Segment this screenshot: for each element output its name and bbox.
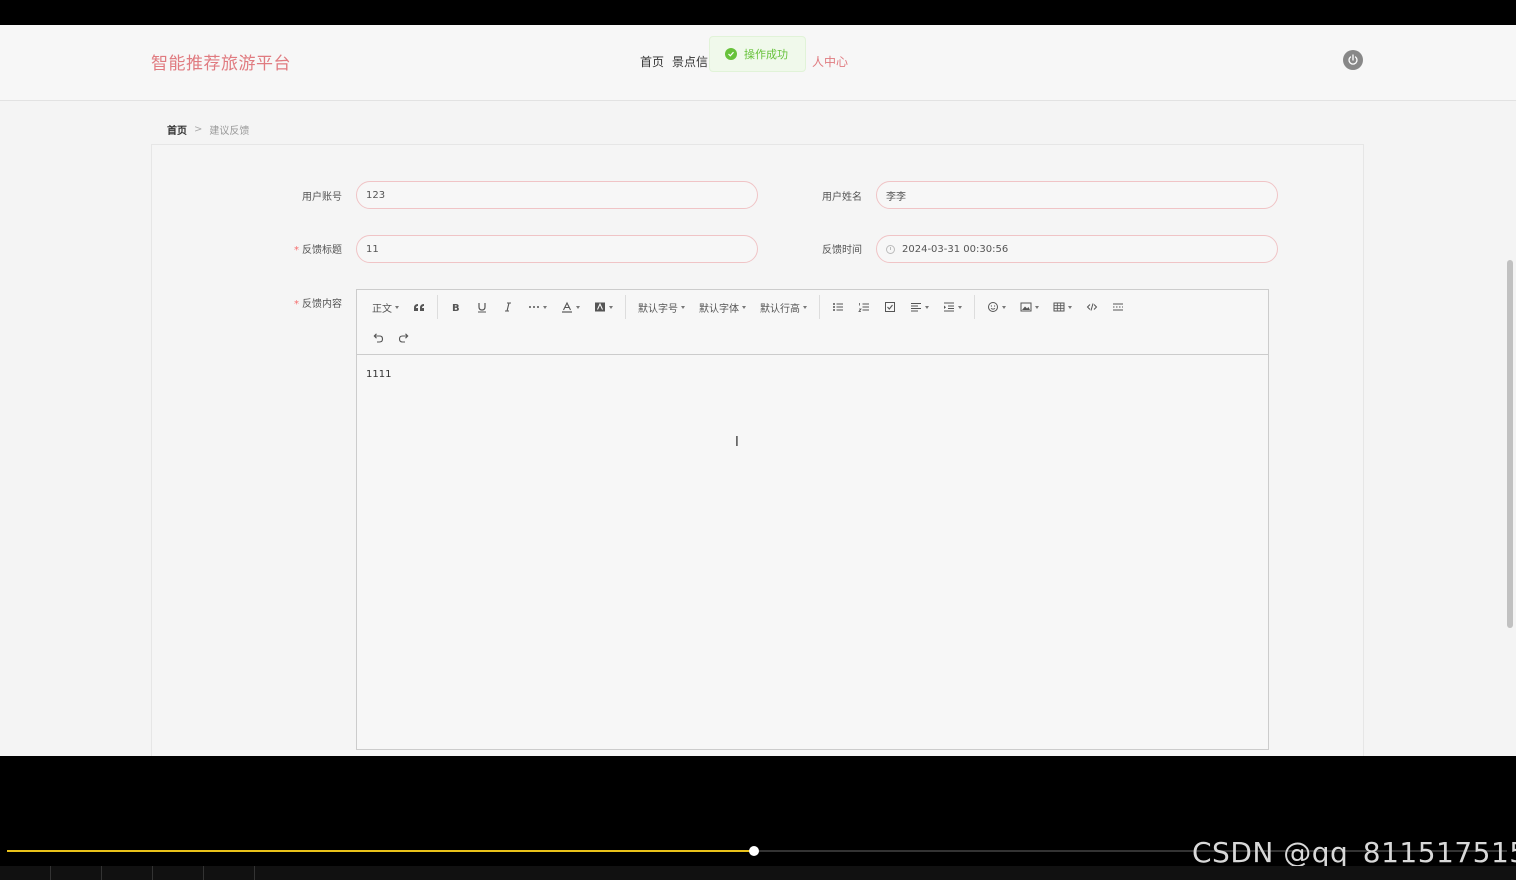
content-label: * 反馈内容 (294, 295, 342, 310)
underline-button[interactable] (469, 295, 495, 319)
required-mark: * (294, 299, 299, 310)
code-icon (1086, 303, 1098, 311)
smiley-icon (988, 302, 998, 312)
watermark: CSDN @qq_811517515 (1192, 836, 1516, 869)
more-style-button[interactable] (521, 295, 554, 319)
font-family-select[interactable]: 默认字体 (692, 295, 753, 319)
success-toast: 操作成功 (709, 36, 806, 72)
breadcrumb-home[interactable]: 首页 (167, 122, 187, 137)
text-cursor-icon: I (735, 435, 739, 450)
editor-toolbar: 正文 B 默认字号 默认字体 默认行高 (357, 290, 1268, 355)
svg-text:B: B (452, 303, 460, 313)
bg-color-icon (595, 302, 605, 312)
editor-content[interactable]: 1111 (357, 355, 1268, 394)
toolbar-divider (625, 295, 626, 319)
time-label: 反馈时间 (822, 245, 862, 256)
breadcrumb-current: 建议反馈 (209, 126, 250, 137)
italic-button[interactable] (495, 295, 521, 319)
divider-button[interactable] (1105, 295, 1131, 319)
video-player-controls: CSDN @qq_811517515 (0, 756, 1516, 880)
font-color-icon (562, 301, 572, 313)
toast-message: 操作成功 (744, 48, 788, 61)
time-input[interactable]: 2024-03-31 00:30:56 (876, 235, 1278, 263)
title-value: 11 (366, 243, 379, 255)
title-input[interactable]: 11 (356, 235, 758, 263)
nav-personal-center[interactable]: 人中心 (812, 53, 848, 70)
table-icon (1053, 302, 1065, 312)
font-size-select[interactable]: 默认字号 (631, 295, 692, 319)
code-button[interactable] (1079, 295, 1105, 319)
toolbar-divider (974, 295, 975, 319)
logout-button[interactable] (1343, 50, 1363, 70)
progress-fill (7, 850, 754, 852)
nav-home[interactable]: 首页 (640, 53, 664, 70)
emoji-button[interactable] (980, 295, 1013, 319)
toolbar-divider (819, 295, 820, 319)
brand-title[interactable]: 智能推荐旅游平台 (151, 49, 291, 74)
name-value: 李李 (886, 191, 906, 203)
bullet-list-button[interactable] (825, 295, 851, 319)
redo-icon (398, 333, 409, 343)
image-button[interactable] (1013, 295, 1046, 319)
italic-icon (505, 302, 511, 312)
name-input[interactable]: 李李 (876, 181, 1278, 209)
quote-icon (414, 304, 424, 311)
breadcrumb: 首页 > 建议反馈 (167, 122, 249, 137)
control-strip (0, 866, 1516, 880)
toolbar-divider (437, 295, 438, 319)
check-circle-icon (725, 48, 737, 60)
font-color-button[interactable] (554, 295, 587, 319)
toolbar-row-2 (365, 324, 417, 352)
rich-text-editor[interactable]: 正文 B 默认字号 默认字体 默认行高 1111 (356, 289, 1269, 750)
control-cell[interactable] (102, 866, 153, 880)
redo-button[interactable] (391, 326, 417, 350)
nav-attractions[interactable]: 景点信 (672, 53, 708, 70)
align-left-icon (911, 303, 921, 312)
name-label: 用户姓名 (822, 192, 862, 203)
clock-icon (886, 244, 895, 254)
control-cell[interactable] (153, 866, 204, 880)
account-label: 用户账号 (302, 192, 342, 203)
account-input[interactable]: 123 (356, 181, 758, 209)
undo-button[interactable] (365, 326, 391, 350)
align-button[interactable] (903, 295, 936, 319)
indent-button[interactable] (936, 295, 969, 319)
paragraph-select[interactable]: 正文 (365, 295, 406, 319)
top-black-bar (0, 0, 1516, 25)
horizontal-rule-icon (1113, 303, 1123, 311)
control-cell[interactable] (51, 866, 102, 880)
content-label-text: 反馈内容 (302, 299, 342, 310)
time-value: 2024-03-31 00:30:56 (902, 243, 1009, 255)
title-label: * 反馈标题 (294, 241, 342, 256)
title-label-text: 反馈标题 (302, 245, 342, 256)
bullet-list-icon (833, 303, 843, 311)
underline-icon (478, 303, 486, 313)
numbered-list-icon (858, 303, 869, 312)
browser-viewport: 智能推荐旅游平台 首页 景点信 人中心 操作成功 首页 > 建议反馈 用户账号 … (0, 25, 1516, 756)
bold-button[interactable]: B (443, 295, 469, 319)
checkbox-icon (885, 302, 895, 312)
todo-button[interactable] (877, 295, 903, 319)
line-height-select[interactable]: 默认行高 (753, 295, 814, 319)
numbered-list-button[interactable] (851, 295, 877, 319)
bg-color-button[interactable] (587, 295, 620, 319)
toolbar-row-1: 正文 B 默认字号 默认字体 默认行高 (365, 293, 1131, 321)
table-button[interactable] (1046, 295, 1079, 319)
more-dots-icon (529, 306, 539, 308)
quote-button[interactable] (406, 295, 432, 319)
page-scrollbar[interactable] (1507, 260, 1513, 628)
bold-icon: B (452, 303, 460, 313)
progress-knob[interactable] (749, 846, 759, 856)
image-icon (1020, 302, 1032, 312)
power-icon (1348, 54, 1358, 65)
required-mark: * (294, 245, 299, 256)
account-value: 123 (366, 189, 386, 201)
breadcrumb-separator: > (194, 124, 203, 135)
indent-icon (944, 302, 954, 312)
control-cell[interactable] (204, 866, 255, 880)
control-cell[interactable] (0, 866, 51, 880)
undo-icon (373, 333, 384, 343)
